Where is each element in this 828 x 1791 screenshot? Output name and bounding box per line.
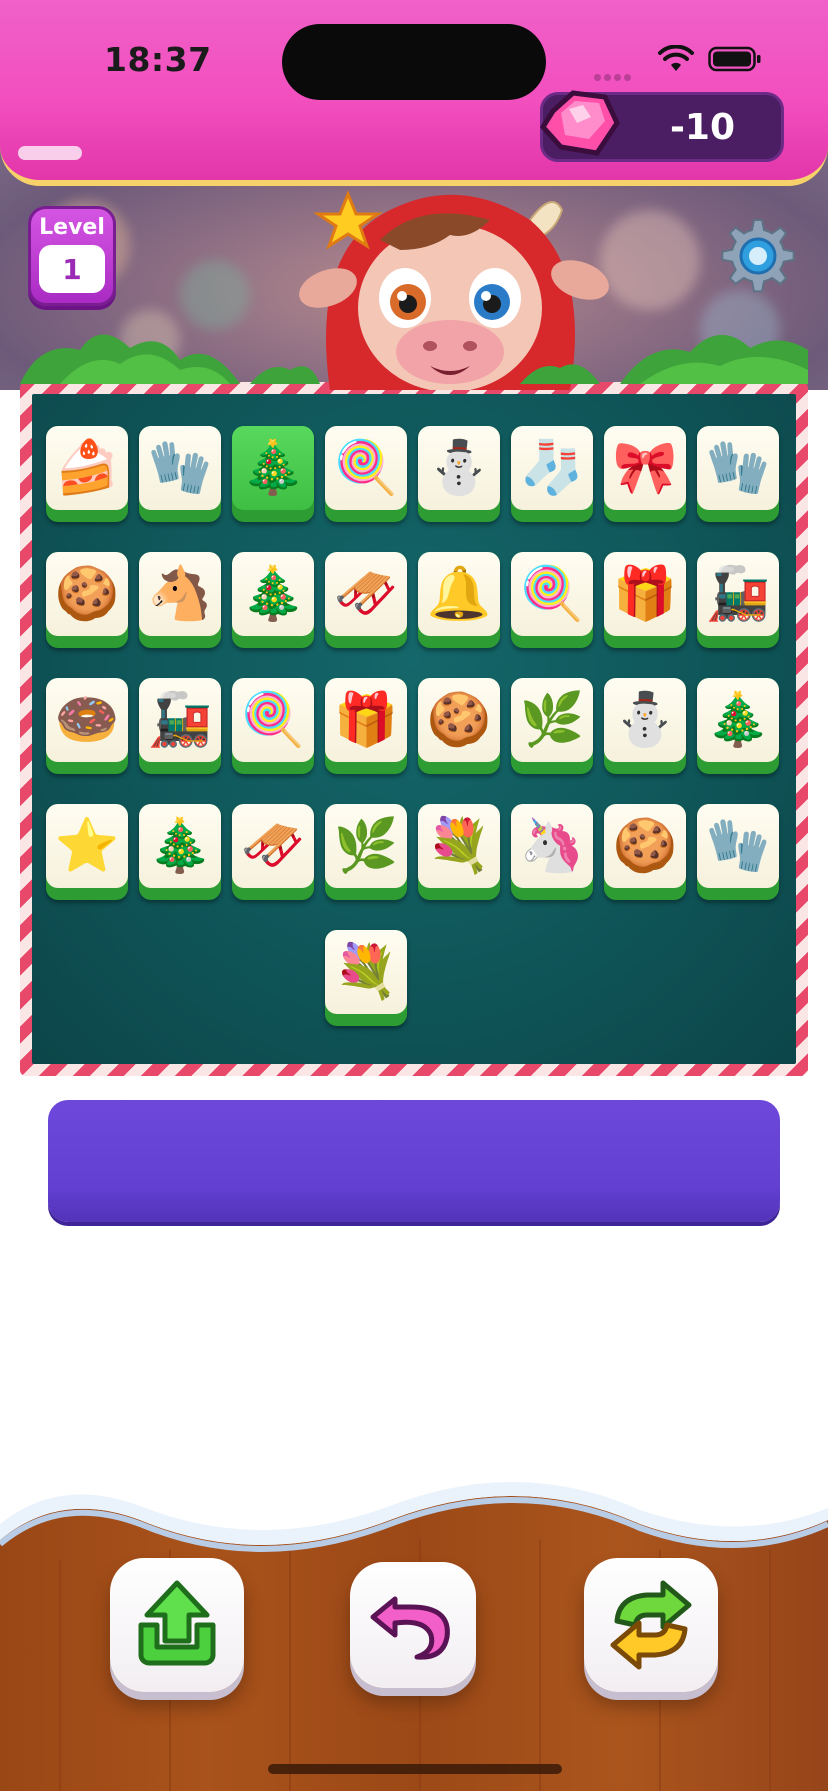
- gift-icon: 🎁: [325, 678, 407, 762]
- move-up-button[interactable]: [110, 1558, 244, 1692]
- dynamic-island: [282, 24, 546, 100]
- tile-board: 🍰 🧤 🎄 🍭 ⛄ 🧦 🎀 🧤 🍪 🐴 🎄 🛷 🔔 🍭 🎁 🚂 🍩 🚂 🍭 🎁 🍪 🌿 ⛄ 🎄 ⭐ 🎄 🛷 🌿 💐 🦄 🍪 🧤 💐: [32, 394, 796, 1064]
- candy-cane-icon: 🍭: [325, 426, 407, 510]
- red-mitten-tile[interactable]: 🧤: [139, 426, 221, 522]
- level-label: Level: [39, 215, 105, 240]
- wreath-tile[interactable]: 💐: [325, 930, 407, 1026]
- gingerbread-icon: 🍪: [604, 804, 686, 888]
- gem-value: -10: [669, 106, 735, 148]
- level-number-box: 1: [39, 245, 105, 293]
- wreath-tile[interactable]: 💐: [418, 804, 500, 900]
- gingerbread-icon: 🍪: [46, 552, 128, 636]
- game-screen: Level 1 18:37 -10 🍰 🧤 🎄 🍭 ⛄ 🧦 🎀 🧤 🍪 🐴 🎄 …: [0, 0, 828, 1791]
- battery-icon: [708, 46, 761, 72]
- gift-tile[interactable]: 🎁: [325, 678, 407, 774]
- train-icon: 🚂: [139, 678, 221, 762]
- snowman-cookie-icon: 🍪: [418, 678, 500, 762]
- rocking-horse-icon: 🐴: [139, 552, 221, 636]
- stocking-tile[interactable]: 🧦: [511, 426, 593, 522]
- gingerbread-tile[interactable]: 🍪: [604, 804, 686, 900]
- holly-leaves-decoration: [20, 334, 808, 384]
- snowman-cookie-tile[interactable]: 🍪: [418, 678, 500, 774]
- wifi-icon: [658, 45, 694, 71]
- home-indicator[interactable]: [268, 1764, 562, 1774]
- tree-cookie-tile[interactable]: 🎄: [232, 552, 314, 648]
- header-bar: 18:37 -10: [0, 0, 828, 186]
- tree-icon: 🎄: [232, 426, 314, 510]
- train-tile[interactable]: 🚂: [697, 552, 779, 648]
- undo-button[interactable]: [350, 1562, 476, 1688]
- board-frame: 🍰 🧤 🎄 🍭 ⛄ 🧦 🎀 🧤 🍪 🐴 🎄 🛷 🔔 🍭 🎁 🚂 🍩 🚂 🍭 🎁 🍪 🌿 ⛄ 🎄 ⭐ 🎄 🛷 🌿 💐 🦄 🍪 🧤 💐: [20, 382, 808, 1076]
- lollipop-tile[interactable]: 🍭: [511, 552, 593, 648]
- snowman-tile[interactable]: ⛄: [604, 678, 686, 774]
- sled-icon: 🛷: [232, 804, 314, 888]
- holly-icon: 🌿: [511, 678, 593, 762]
- status-time: 18:37: [104, 40, 212, 79]
- bauble-tile[interactable]: 🔔: [418, 552, 500, 648]
- sled-tile[interactable]: 🛷: [325, 552, 407, 648]
- red-mitten-tile[interactable]: 🧤: [697, 804, 779, 900]
- undo-arrow-icon: [370, 1596, 450, 1660]
- ornament-bow-tile[interactable]: 🎀: [604, 426, 686, 522]
- candy-cane-tile[interactable]: 🍭: [232, 678, 314, 774]
- gift-icon: 🎁: [604, 552, 686, 636]
- holly-icon: 🌿: [325, 804, 407, 888]
- tree-cookie-tile[interactable]: 🎄: [697, 678, 779, 774]
- red-mitten-icon: 🧤: [139, 426, 221, 510]
- tree-cookie-tile[interactable]: 🎄: [139, 804, 221, 900]
- tree-cookie-icon: 🎄: [232, 552, 314, 636]
- toy-pony-tile[interactable]: 🦄: [511, 804, 593, 900]
- shuffle-icon: [610, 1580, 692, 1670]
- status-icons: [658, 44, 762, 74]
- settings-gear-icon[interactable]: [718, 216, 798, 296]
- snowman-icon: ⛄: [418, 426, 500, 510]
- gift-tile[interactable]: 🎁: [604, 552, 686, 648]
- shuffle-button[interactable]: [584, 1558, 718, 1692]
- gingerbread-tile[interactable]: 🍪: [46, 552, 128, 648]
- level-number: 1: [62, 252, 82, 286]
- signal-dots-icon: [594, 66, 634, 81]
- candy-cane-tile[interactable]: 🍭: [325, 426, 407, 522]
- lollipop-icon: 🍭: [511, 552, 593, 636]
- holly-tile[interactable]: 🌿: [325, 804, 407, 900]
- sled-icon: 🛷: [325, 552, 407, 636]
- wreath-icon: 💐: [325, 930, 407, 1014]
- snowman-tile[interactable]: ⛄: [418, 426, 500, 522]
- rocking-horse-tile[interactable]: 🐴: [139, 552, 221, 648]
- ornament-bow-icon: 🎀: [604, 426, 686, 510]
- bauble-icon: 🔔: [418, 552, 500, 636]
- star-icon: ⭐: [46, 804, 128, 888]
- toy-pony-icon: 🦄: [511, 804, 593, 888]
- tree-tile[interactable]: 🎄: [232, 426, 314, 522]
- blue-mitten-icon: 🧤: [697, 426, 779, 510]
- train-icon: 🚂: [697, 552, 779, 636]
- red-mitten-icon: 🧤: [697, 804, 779, 888]
- tree-cookie-icon: 🎄: [139, 804, 221, 888]
- move-up-arrow-icon: [138, 1580, 216, 1666]
- candy-cane-icon: 🍭: [232, 678, 314, 762]
- level-badge: Level 1: [28, 206, 116, 306]
- blue-mitten-tile[interactable]: 🧤: [697, 426, 779, 522]
- cake-icon: 🍰: [46, 426, 128, 510]
- header-gloss: [18, 146, 82, 160]
- donut-icon: 🍩: [46, 678, 128, 762]
- cake-tile[interactable]: 🍰: [46, 426, 128, 522]
- stocking-icon: 🧦: [511, 426, 593, 510]
- tree-cookie-icon: 🎄: [697, 678, 779, 762]
- holly-tile[interactable]: 🌿: [511, 678, 593, 774]
- train-tile[interactable]: 🚂: [139, 678, 221, 774]
- star-tile[interactable]: ⭐: [46, 804, 128, 900]
- wreath-icon: 💐: [418, 804, 500, 888]
- gem-counter[interactable]: -10: [539, 90, 784, 162]
- sled-tile[interactable]: 🛷: [232, 804, 314, 900]
- pink-gem-icon: [539, 90, 620, 156]
- donut-tile[interactable]: 🍩: [46, 678, 128, 774]
- snowman-icon: ⛄: [604, 678, 686, 762]
- tile-slot-tray: [48, 1100, 780, 1222]
